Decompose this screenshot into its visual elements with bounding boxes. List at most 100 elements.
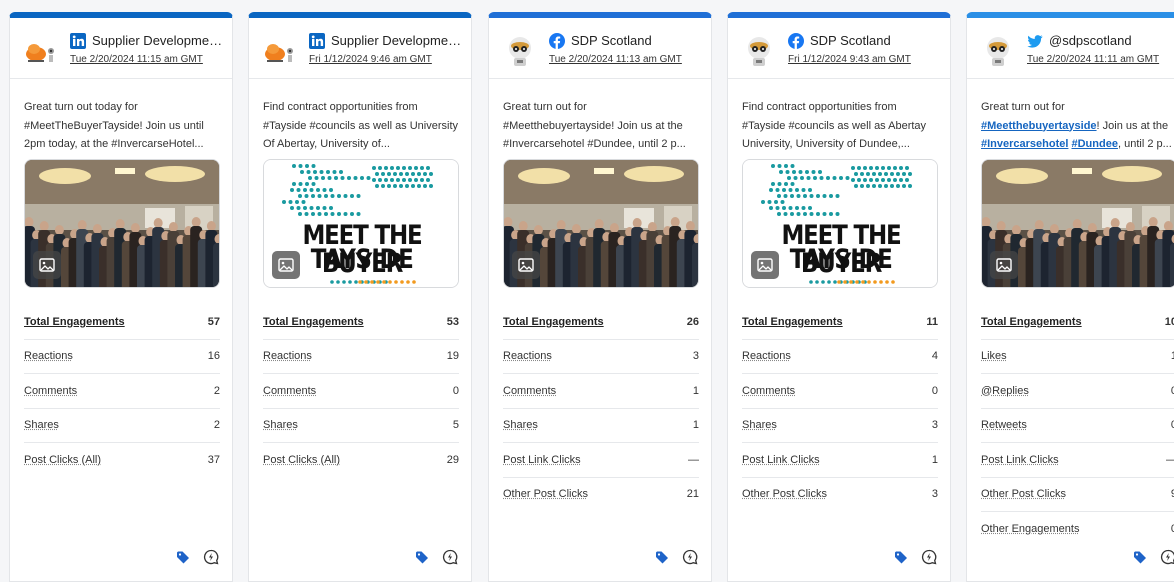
stat-label[interactable]: @Replies — [981, 385, 1029, 397]
total-engagements-row: Total Engagements57 — [24, 305, 220, 340]
stat-row: Likes1 — [981, 340, 1174, 375]
tag-icon[interactable] — [655, 550, 669, 564]
total-engagements-row: Total Engagements 11 — [742, 305, 938, 340]
post-media[interactable]: MEET THE BUYERTAYSIDE — [742, 159, 938, 288]
stat-label[interactable]: Post Clicks (All) — [263, 454, 340, 466]
stat-row: Comments 1 — [503, 374, 699, 409]
stat-value: 1 — [932, 454, 938, 466]
tag-icon[interactable] — [415, 550, 429, 564]
stat-value: — — [688, 454, 699, 466]
post-text: Great turn out for #Meetthebuyertayside!… — [503, 98, 699, 154]
stat-label[interactable]: Reactions — [503, 350, 552, 362]
stat-label[interactable]: Retweets — [981, 419, 1027, 431]
stat-label[interactable]: Post Link Clicks — [503, 454, 581, 466]
stat-label[interactable]: Total Engagements — [981, 316, 1082, 328]
stat-label[interactable]: Post Link Clicks — [742, 454, 820, 466]
post-card[interactable]: SDP ScotlandTue 2/20/2024 11:13 am GMTGr… — [488, 12, 712, 582]
stat-label[interactable]: Reactions — [263, 350, 312, 362]
image-icon[interactable] — [512, 251, 540, 279]
stat-row: Shares 2 — [24, 409, 220, 444]
image-icon[interactable] — [990, 251, 1018, 279]
stat-value: 2 — [214, 419, 220, 431]
post-card[interactable]: Supplier Development ...Fri 1/12/2024 9:… — [248, 12, 472, 582]
tag-icon[interactable] — [894, 550, 908, 564]
stat-row: Reactions16 — [24, 340, 220, 375]
post-text: Find contract opportunities from #Taysid… — [263, 98, 459, 154]
stat-label[interactable]: Other Post Clicks — [981, 488, 1066, 500]
stat-label[interactable]: Shares — [24, 419, 59, 431]
post-media[interactable] — [24, 159, 220, 288]
stat-label[interactable]: Reactions — [742, 350, 791, 362]
post-date-link[interactable]: Fri 1/12/2024 9:46 am GMT — [309, 54, 432, 65]
image-icon[interactable] — [33, 251, 61, 279]
stat-label[interactable]: Reactions — [24, 350, 73, 362]
comment-bolt-icon[interactable] — [203, 549, 219, 565]
stat-label[interactable]: Comments — [742, 385, 795, 397]
stat-value: 11 — [926, 316, 938, 328]
stat-label[interactable]: Shares — [503, 419, 538, 431]
hashtag-link[interactable]: #Dundee — [1072, 138, 1118, 150]
hashtag-link[interactable]: #Invercarsehotel — [981, 138, 1068, 150]
post-date-link[interactable]: Fri 1/12/2024 9:43 am GMT — [788, 54, 911, 65]
account-name: SDP Scotland — [810, 33, 946, 48]
stat-label[interactable]: Comments — [503, 385, 556, 397]
post-media[interactable] — [981, 159, 1174, 288]
comment-bolt-icon[interactable] — [921, 549, 937, 565]
stat-label[interactable]: Comments — [24, 385, 77, 397]
stat-row: Reactions19 — [263, 340, 459, 375]
stat-value: 29 — [447, 454, 459, 466]
stat-row: Other Post Clicks3 — [742, 478, 938, 512]
comment-bolt-icon[interactable] — [442, 549, 458, 565]
stat-label[interactable]: Other Engagements — [981, 523, 1079, 535]
account-avatar — [263, 34, 297, 68]
tag-icon[interactable] — [1133, 550, 1147, 564]
post-media[interactable]: MEET THE BUYERTAYSIDE — [263, 159, 459, 288]
post-card[interactable]: SDP ScotlandFri 1/12/2024 9:43 am GMTFin… — [727, 12, 951, 582]
stat-value: 3 — [932, 419, 938, 431]
stat-row: Post Clicks (All)37 — [24, 443, 220, 477]
post-header: Supplier Development ...Tue 2/20/2024 11… — [10, 18, 232, 79]
stat-label[interactable]: Other Post Clicks — [742, 488, 827, 500]
image-icon[interactable] — [751, 251, 779, 279]
total-engagements-row: Total Engagements10 — [981, 305, 1174, 340]
stat-label[interactable]: Total Engagements — [503, 316, 604, 328]
post-card[interactable]: @sdpscotland Tue 2/20/2024 11:11 am GMT Gr… — [966, 12, 1174, 582]
linkedin-icon — [70, 33, 86, 49]
tag-icon[interactable] — [176, 550, 190, 564]
stat-row: Reactions4 — [742, 340, 938, 375]
post-date-link[interactable]: Tue 2/20/2024 11:11 am GMT — [1027, 54, 1159, 65]
image-icon[interactable] — [272, 251, 300, 279]
stat-row: Shares 1 — [503, 409, 699, 444]
stat-row: Comments2 — [24, 374, 220, 409]
stat-label[interactable]: Shares — [263, 419, 298, 431]
facebook-icon — [788, 33, 804, 49]
stat-row: @Replies0 — [981, 374, 1174, 409]
comment-bolt-icon[interactable] — [682, 549, 698, 565]
account-avatar — [981, 34, 1015, 68]
account-name: @sdpscotland — [1049, 33, 1174, 48]
post-text-fragment: , until 2 p... — [1118, 138, 1172, 150]
stat-label[interactable]: Total Engagements — [263, 316, 364, 328]
stat-label[interactable]: Total Engagements — [742, 316, 843, 328]
stat-label[interactable]: Total Engagements — [24, 316, 125, 328]
stat-label[interactable]: Shares — [742, 419, 777, 431]
post-date-link[interactable]: Tue 2/20/2024 11:15 am GMT — [70, 54, 203, 65]
account-avatar — [24, 34, 58, 68]
stat-value: 3 — [693, 350, 699, 362]
post-media[interactable] — [503, 159, 699, 288]
stat-row: Reactions 3 — [503, 340, 699, 375]
stat-label[interactable]: Comments — [263, 385, 316, 397]
stat-value: 1 — [693, 419, 699, 431]
hashtag-link[interactable]: #Meetthebuyertayside — [981, 120, 1097, 132]
stat-value: 1 — [693, 385, 699, 397]
stat-label[interactable]: Likes — [981, 350, 1007, 362]
stat-row: Comments0 — [742, 374, 938, 409]
post-card[interactable]: Supplier Development ...Tue 2/20/2024 11… — [9, 12, 233, 582]
post-header: @sdpscotland Tue 2/20/2024 11:11 am GMT — [967, 18, 1174, 79]
post-text: Great turn out for #Meetthebuyertayside!… — [981, 98, 1174, 154]
comment-bolt-icon[interactable] — [1160, 549, 1174, 565]
stat-label[interactable]: Other Post Clicks — [503, 488, 588, 500]
stat-label[interactable]: Post Link Clicks — [981, 454, 1059, 466]
stat-label[interactable]: Post Clicks (All) — [24, 454, 101, 466]
post-date-link[interactable]: Tue 2/20/2024 11:13 am GMT — [549, 54, 682, 65]
